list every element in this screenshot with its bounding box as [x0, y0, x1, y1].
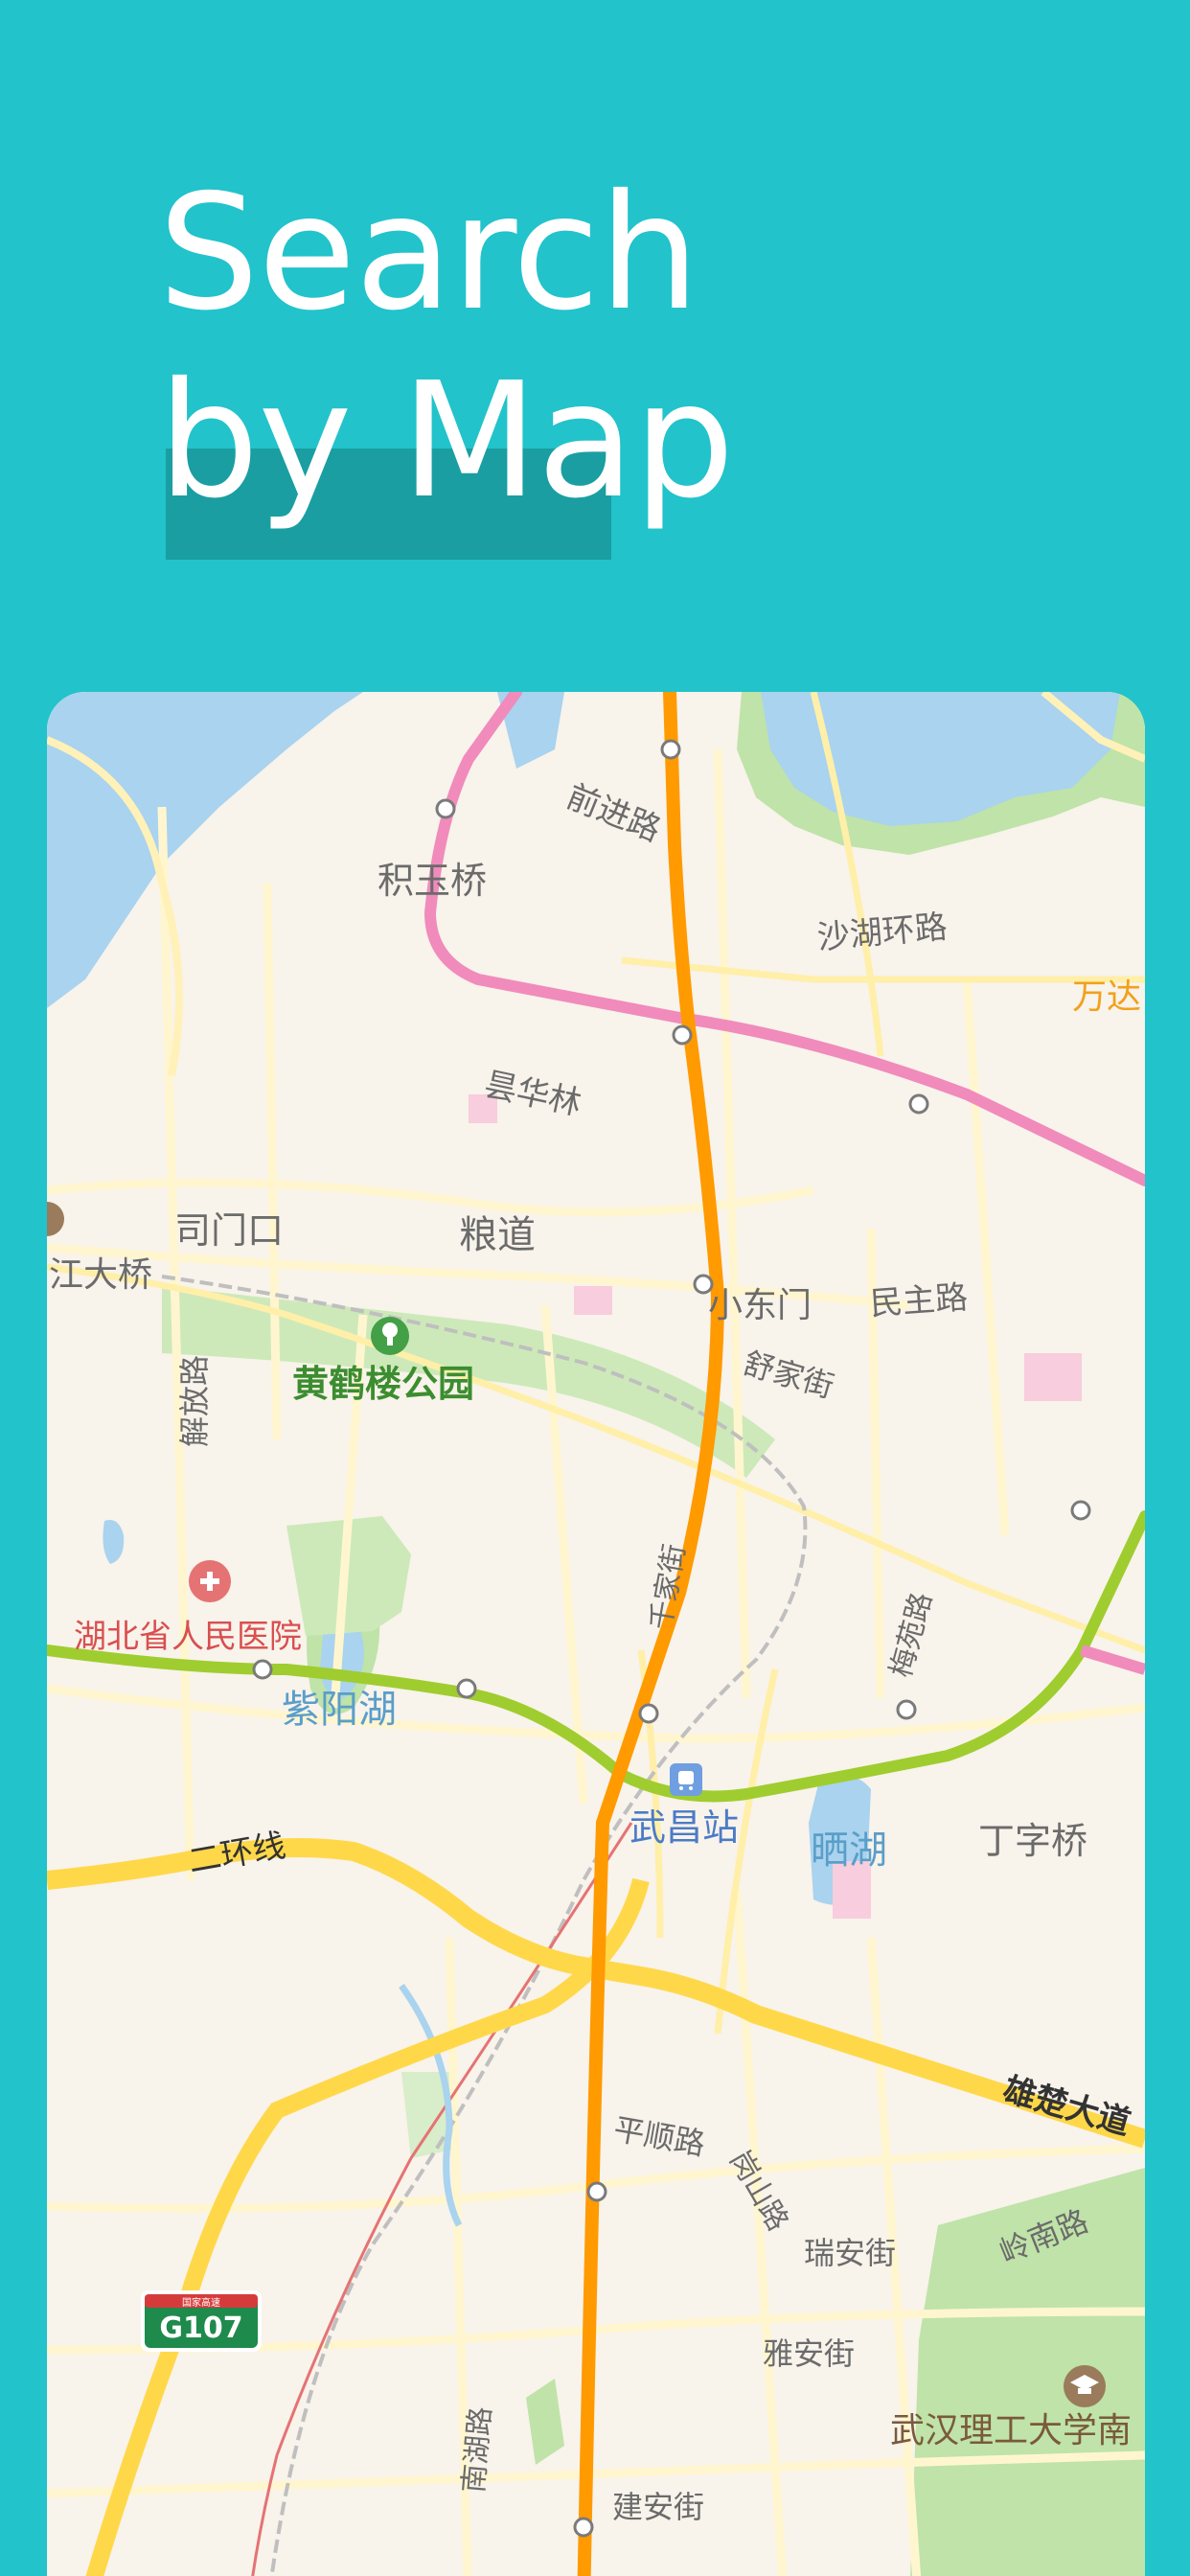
headline-line-1: Search	[158, 161, 699, 346]
headline-line-2: by Map	[158, 349, 735, 534]
label-wut-university: 武汉理工大学南	[890, 2411, 1132, 2450]
label-yaan-st: 雅安街	[763, 2335, 855, 2372]
headline: Search by Map	[158, 161, 735, 565]
map-canvas[interactable]: 国家高速 G107 前进路 积玉桥 沙湖环路 万达 昙华林 司门口 粮道 江大桥…	[47, 692, 1145, 2576]
label-ruian-st: 瑞安街	[804, 2235, 896, 2271]
train-station-icon[interactable]	[670, 1763, 702, 1796]
station-green-mid[interactable]	[456, 1678, 477, 1699]
label-xiaodongmen: 小东门	[708, 1286, 812, 1325]
label-hubei-hospital: 湖北省人民医院	[74, 1618, 302, 1656]
hospital-icon[interactable]	[189, 1560, 231, 1602]
label-minzhu-rd: 民主路	[869, 1278, 970, 1323]
station-green-west[interactable]	[252, 1659, 273, 1680]
station-pingshun[interactable]	[586, 2181, 607, 2202]
label-wanda: 万达	[1072, 978, 1141, 1017]
label-simenkou: 司门口	[174, 1209, 284, 1252]
label-jianan-st: 建安街	[612, 2489, 704, 2525]
station-interchange-south[interactable]	[638, 1703, 659, 1724]
station-interchange[interactable]	[672, 1024, 693, 1046]
app-screen: Search by Map 国家高速 G107 前进路 积玉桥 沙湖环路 万达 …	[0, 0, 1190, 2576]
station-pink-east[interactable]	[908, 1093, 929, 1115]
university-icon[interactable]	[1064, 2365, 1106, 2407]
badge-top-text: 国家高速	[182, 2296, 220, 2309]
map-card[interactable]: 国家高速 G107 前进路 积玉桥 沙湖环路 万达 昙华林 司门口 粮道 江大桥…	[47, 692, 1145, 2576]
station-qianjin[interactable]	[660, 739, 681, 760]
badge-main-text: G107	[159, 2312, 242, 2345]
label-ziyang-lake: 紫阳湖	[282, 1688, 397, 1732]
station-jiyu[interactable]	[435, 798, 456, 819]
station-green-east-2[interactable]	[896, 1699, 917, 1720]
station-green-east[interactable]	[1070, 1500, 1091, 1521]
label-liangdao: 粮道	[459, 1213, 536, 1257]
label-jiang-bridge: 江大桥	[49, 1255, 152, 1295]
label-yellow-crane-park: 黄鹤楼公园	[292, 1363, 474, 1405]
poi-block-3	[1024, 1353, 1082, 1401]
label-jiyu-bridge: 积玉桥	[378, 860, 487, 902]
label-jiefang-rd: 解放路	[176, 1355, 213, 1447]
label-dingzi-bridge: 丁字桥	[978, 1820, 1087, 1862]
station-jianan[interactable]	[573, 2517, 594, 2538]
label-shai-lake: 晒湖	[811, 1828, 887, 1873]
poi-block-2	[574, 1286, 612, 1315]
label-wuchang-station: 武昌站	[629, 1806, 739, 1849]
yellow-crane-park-icon[interactable]	[371, 1317, 409, 1355]
g107-highway-badge: 国家高速 G107	[141, 2290, 262, 2352]
